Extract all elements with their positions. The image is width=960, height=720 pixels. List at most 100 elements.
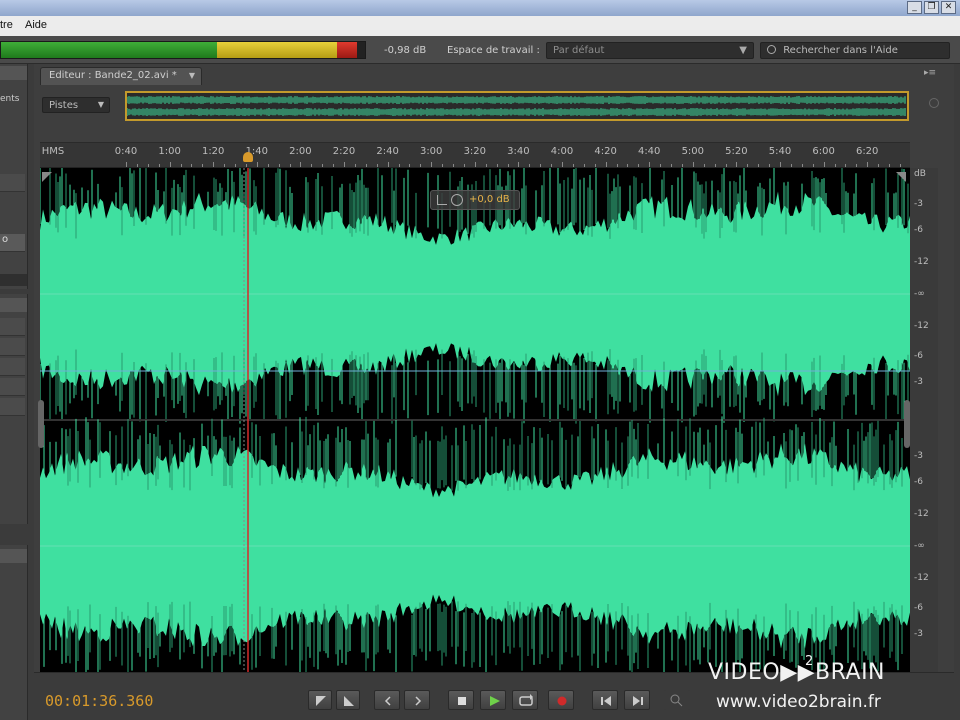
ruler-minor-tick <box>714 164 716 167</box>
go-to-end-button[interactable] <box>624 690 650 710</box>
zoom-out-button[interactable] <box>664 690 690 710</box>
ruler-minor-tick <box>790 164 792 167</box>
view-select-value: Pistes <box>49 100 79 111</box>
ruler-tick <box>780 162 781 167</box>
left-resize-handle[interactable] <box>38 400 44 448</box>
skip-back-icon <box>601 696 611 706</box>
ruler-minor-tick <box>878 164 880 167</box>
ruler-tick-label: 4:20 <box>594 146 617 157</box>
search-icon <box>767 45 776 54</box>
next-button[interactable] <box>404 690 430 710</box>
ruler-minor-tick <box>889 164 890 167</box>
window-title-bar <box>0 0 960 16</box>
play-button[interactable] <box>480 690 506 710</box>
ruler-minor-tick <box>191 164 193 167</box>
ruler-minor-tick <box>812 164 814 167</box>
chevron-down-icon: ▼ <box>739 45 747 56</box>
record-button[interactable] <box>548 690 574 710</box>
watermark-superscript: 2 <box>805 654 814 669</box>
stop-button[interactable] <box>448 690 474 710</box>
close-button[interactable]: ✕ <box>941 1 956 14</box>
minimize-button[interactable]: _ <box>907 1 922 14</box>
left-row[interactable] <box>0 318 25 336</box>
ruler-tick <box>649 162 651 167</box>
menu-help[interactable]: Aide <box>25 19 47 31</box>
chevron-right-icon <box>415 696 422 706</box>
ruler-minor-tick <box>671 164 672 167</box>
left-row[interactable] <box>0 174 25 192</box>
ruler-minor-tick <box>333 164 335 167</box>
overview-navigator[interactable] <box>125 91 909 121</box>
ruler-minor-tick <box>224 164 226 167</box>
db-label-top: -3 <box>914 377 923 387</box>
play-icon <box>490 696 500 706</box>
ruler-tick-label: 2:40 <box>376 146 399 157</box>
left-row[interactable] <box>0 338 25 356</box>
db-label-bottom: -6 <box>914 477 923 487</box>
left-row-selected[interactable]: o <box>0 234 25 252</box>
restore-button[interactable]: ❐ <box>924 1 939 14</box>
time-ruler[interactable]: HMS 0:40 1:00 1:20 1:40 2:00 2:20 2:40 3:00 3:20… <box>40 142 910 168</box>
left-panel-history <box>0 545 28 720</box>
ruler-tick-label: 5:20 <box>725 146 748 157</box>
waveform-display[interactable] <box>40 168 910 672</box>
workspace-select[interactable]: Par défaut ▼ <box>546 42 754 59</box>
view-select[interactable]: Pistes ▼ <box>42 97 110 113</box>
ruler-tick <box>126 162 127 167</box>
left-row[interactable] <box>0 378 25 396</box>
ruler-tick-label: 5:00 <box>681 146 705 157</box>
loop-button[interactable] <box>512 690 538 710</box>
overview-waveform <box>127 96 906 116</box>
ruler-minor-tick <box>235 164 236 167</box>
record-icon <box>557 696 567 706</box>
move-tool-button[interactable] <box>308 690 332 710</box>
ruler-minor-tick <box>158 164 160 167</box>
db-label-top: -∞ <box>914 289 925 299</box>
panel-menu-icon[interactable]: ▸≡ <box>924 68 936 78</box>
tab-editor[interactable]: Editeur : Bande2_02.avi * ▼ <box>40 67 202 85</box>
left-row[interactable] <box>0 358 25 376</box>
ruler-tick-label: 2:20 <box>332 146 356 157</box>
knob-icon[interactable] <box>451 194 463 206</box>
left-scrollbar[interactable] <box>0 274 27 286</box>
ruler-tick <box>867 162 869 167</box>
selection-tool-button[interactable] <box>336 690 360 710</box>
ruler-tick <box>344 162 345 167</box>
skip-forward-icon <box>633 696 643 706</box>
ruler-tick-label: 6:00 <box>812 146 835 157</box>
db-label-top: -12 <box>914 257 929 267</box>
ruler-minor-tick <box>365 164 367 167</box>
menu-window[interactable]: tre <box>0 19 13 31</box>
ruler-minor-tick <box>453 164 454 167</box>
ruler-minor-tick <box>834 164 836 167</box>
workspace-value: Par défaut <box>553 45 605 56</box>
db-label-top: -6 <box>914 225 923 235</box>
ruler-tick <box>562 162 563 167</box>
previous-button[interactable] <box>374 690 400 710</box>
chevron-down-icon: ▼ <box>188 71 195 80</box>
panel-header <box>0 66 27 80</box>
ruler-minor-tick <box>627 164 629 167</box>
gain-hud[interactable]: +0,0 dB <box>430 190 520 210</box>
ruler-minor-tick <box>289 164 291 167</box>
ruler-minor-tick <box>725 164 727 167</box>
waveform-channels <box>40 168 910 672</box>
db-label-bottom: -∞ <box>914 541 925 551</box>
playhead-marker[interactable] <box>243 152 253 162</box>
ruler-minor-tick <box>496 164 498 167</box>
go-to-start-button[interactable] <box>592 690 618 710</box>
zoom-icon[interactable] <box>929 98 939 108</box>
ruler-tick <box>431 162 433 167</box>
chevron-down-icon: ▼ <box>97 100 104 109</box>
left-row[interactable] <box>0 398 25 416</box>
menu-bar: tre Aide <box>0 16 960 36</box>
ruler-tick <box>474 162 476 167</box>
db-scale: dB -3 -6 -12 -∞ -12 -6 -3 -3 -6 -12 -∞ -12 -6 -3 <box>910 168 938 672</box>
ruler-tick <box>256 162 258 167</box>
help-search-input[interactable]: Rechercher dans l'Aide <box>760 42 950 59</box>
ruler-tick-label: 6:20 <box>855 146 879 157</box>
channel-right <box>40 416 910 672</box>
ruler-minor-tick <box>594 164 596 167</box>
ruler-tick-label: 5:40 <box>768 146 792 157</box>
ruler-tick <box>300 162 302 167</box>
